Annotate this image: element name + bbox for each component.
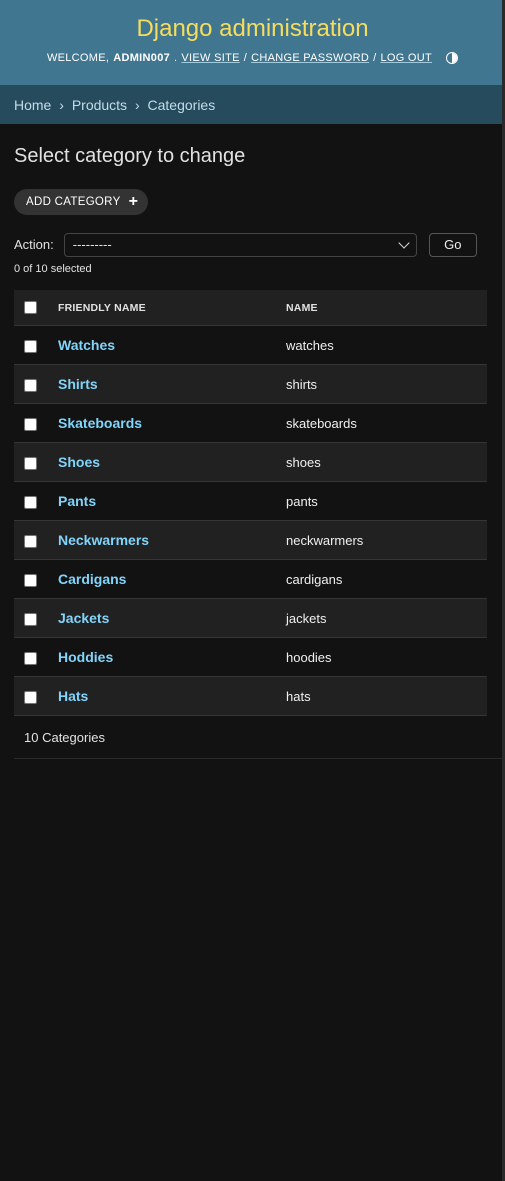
selection-counter: 0 of 10 selected [14,263,92,275]
name-cell: hoodies [285,637,487,677]
separator: / [373,52,377,64]
name-cell: skateboards [285,403,487,443]
friendly-name-link[interactable]: Jackets [58,610,109,626]
column-friendly-name[interactable]: Friendly name [57,290,285,326]
row-checkbox[interactable] [24,456,37,470]
table-row: Hats hats [14,676,487,716]
breadcrumb-current: Categories [147,97,216,113]
view-site-link[interactable]: View site [181,52,239,64]
row-checkbox[interactable] [24,690,37,704]
row-checkbox[interactable] [24,378,37,392]
friendly-name-link[interactable]: Shoes [58,454,100,470]
table-row: Hoddies hoodies [14,637,487,677]
username: admin007 [113,52,171,64]
add-category-label: Add category [26,196,121,208]
go-button[interactable]: Go [428,232,477,257]
row-checkbox[interactable] [24,534,37,548]
column-name[interactable]: Name [285,290,487,326]
name-cell: cardigans [285,559,487,599]
action-label: Action: [14,237,54,252]
row-checkbox[interactable] [24,651,37,665]
name-cell: pants [285,481,487,521]
paginator: 10 Categories [14,716,505,759]
friendly-name-link[interactable]: Neckwarmers [58,532,149,548]
header: Django administration Welcome, admin007.… [0,0,505,85]
breadcrumb-home[interactable]: Home [14,97,51,113]
friendly-name-link[interactable]: Hoddies [58,649,113,665]
table-header-row: Friendly name Name [14,290,487,326]
table-row: Jackets jackets [14,598,487,638]
theme-toggle-icon[interactable] [446,52,459,64]
friendly-name-link[interactable]: Watches [58,337,115,353]
page-title: Select category to change [14,145,246,167]
row-checkbox[interactable] [24,495,37,509]
friendly-name-link[interactable]: Skateboards [58,415,142,431]
site-name[interactable]: Django administration [0,14,505,44]
table-row: Skateboards skateboards [14,403,487,443]
friendly-name-link[interactable]: Hats [58,688,88,704]
name-cell: shoes [285,442,487,482]
row-checkbox[interactable] [24,612,37,626]
table-row: Neckwarmers neckwarmers [14,520,487,560]
select-all-checkbox[interactable] [24,301,37,314]
add-category-button[interactable]: Add category + [14,189,149,215]
name-cell: hats [285,676,487,716]
breadcrumb-products[interactable]: Products [72,97,127,113]
change-password-link[interactable]: Change password [251,52,369,64]
action-select-value: --------- [72,237,112,252]
chevron-down-icon [398,236,410,249]
name-cell: jackets [285,598,487,638]
breadcrumb: Home › Products › Categories [0,85,505,124]
welcome-text: Welcome, [46,52,110,64]
name-cell: watches [285,325,487,365]
friendly-name-link[interactable]: Pants [58,493,96,509]
friendly-name-link[interactable]: Shirts [58,376,98,392]
breadcrumb-separator: › [59,97,64,113]
name-cell: shirts [285,364,487,404]
user-tools: Welcome, admin007. View site / Change pa… [0,52,505,64]
table-row: Shirts shirts [14,364,487,404]
row-checkbox[interactable] [24,417,37,431]
separator: / [243,52,248,64]
friendly-name-link[interactable]: Cardigans [58,571,126,587]
table-row: Pants pants [14,481,487,521]
table-row: Shoes shoes [14,442,487,482]
result-list: Friendly name Name Watches watches Shirts s… [14,290,487,716]
table-body: Watches watches Shirts shirts Skateboards ska… [14,325,487,716]
content: Select category to change Add category +… [0,144,505,759]
row-checkbox[interactable] [24,573,37,587]
plus-icon: + [128,193,139,210]
action-select[interactable]: --------- [63,232,417,257]
name-cell: neckwarmers [285,520,487,560]
breadcrumb-separator: › [134,97,140,113]
table-row: Watches watches [14,325,487,365]
row-checkbox[interactable] [24,339,37,353]
actions-bar: Action: --------- Go [14,232,491,257]
log-out-link[interactable]: Log out [380,52,432,64]
table-row: Cardigans cardigans [14,559,487,599]
